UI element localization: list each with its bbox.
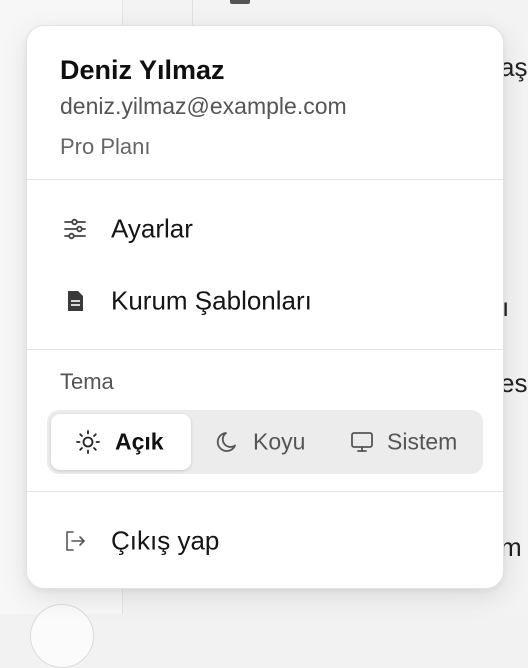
theme-option-dark-label: Koyu: [253, 428, 306, 455]
background-text: aş: [500, 52, 528, 82]
settings-menu-item[interactable]: Ayarlar: [41, 201, 489, 257]
monitor-icon: [349, 429, 375, 455]
theme-option-light[interactable]: Açık: [51, 414, 191, 470]
settings-label: Ayarlar: [111, 213, 193, 244]
divider: [27, 491, 503, 492]
user-plan: Pro Planı: [60, 134, 151, 159]
document-icon: [61, 287, 89, 315]
theme-heading: Tema: [60, 369, 114, 394]
templates-label: Kurum Şablonları: [111, 285, 312, 316]
logout-menu-item[interactable]: Çıkış yap: [41, 513, 489, 569]
user-name: Deniz Yılmaz: [60, 55, 225, 85]
divider: [27, 349, 503, 350]
theme-option-light-label: Açık: [115, 428, 164, 455]
logout-icon: [61, 527, 89, 555]
logout-label: Çıkış yap: [111, 525, 220, 556]
theme-option-system-label: Sistem: [387, 428, 458, 455]
user-info: Deniz Yılmaz deniz.yilmaz@example.com Pr…: [27, 26, 503, 179]
sun-icon: [75, 429, 101, 455]
background-item-icon: [230, 0, 250, 4]
account-menu: Deniz Yılmaz deniz.yilmaz@example.com Pr…: [26, 25, 504, 589]
theme-switcher: Açık Koyu Sistem: [47, 410, 483, 474]
background-text: es: [500, 368, 528, 398]
templates-menu-item[interactable]: Kurum Şablonları: [41, 273, 489, 329]
theme-option-system[interactable]: Sistem: [335, 414, 479, 470]
moon-icon: [215, 429, 241, 455]
theme-option-dark[interactable]: Koyu: [195, 414, 331, 470]
sliders-icon: [61, 215, 89, 243]
divider: [27, 179, 503, 180]
user-email: deniz.yilmaz@example.com: [60, 93, 347, 119]
